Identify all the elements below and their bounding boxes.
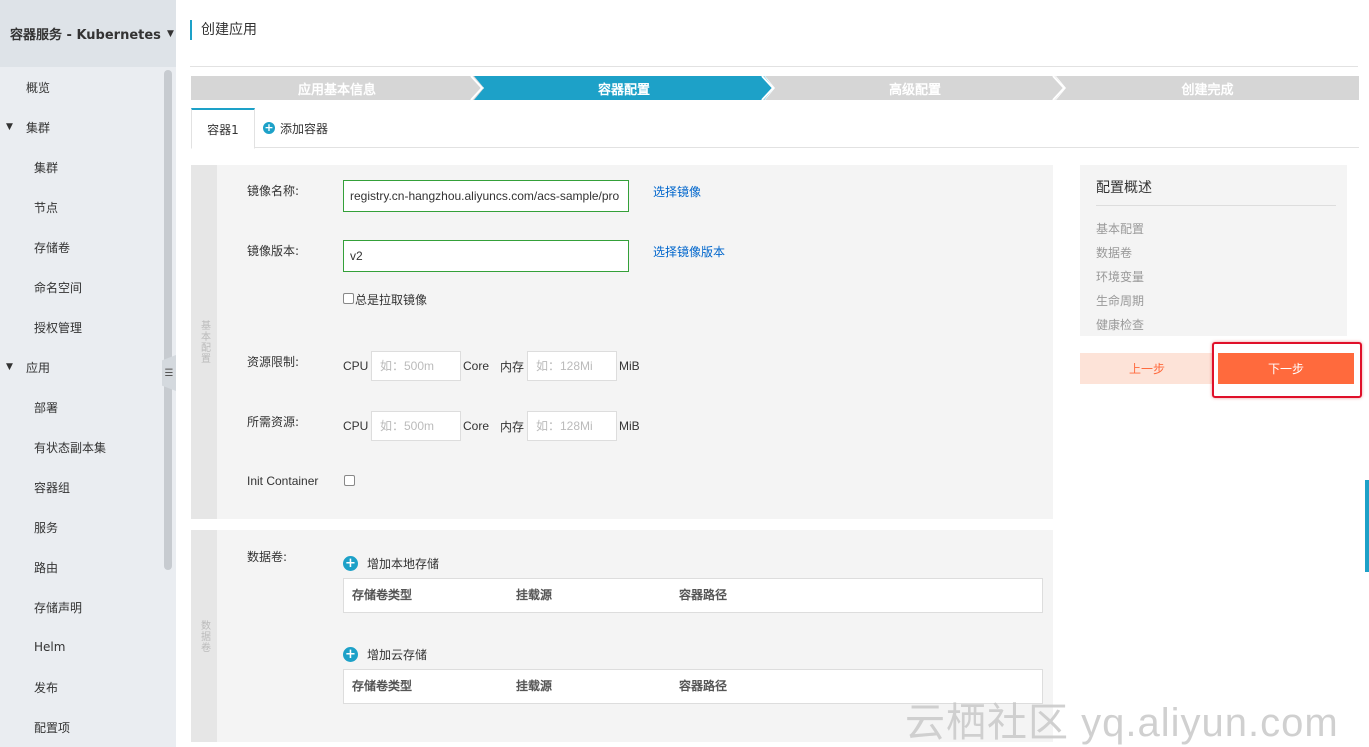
summary-item-basic[interactable]: 基本配置 — [1096, 220, 1144, 237]
summary-item-env[interactable]: 环境变量 — [1096, 268, 1144, 285]
sidebar-group-cluster[interactable]: ▼ 集群 — [0, 107, 162, 147]
image-name-label: 镜像名称: — [247, 184, 300, 198]
product-title: 容器服务 - Kubernetes — [10, 28, 161, 43]
main-content: 创建应用 应用基本信息 容器配置 高级配置 创建完成 容器1 + 添加容器 基本… — [190, 0, 1369, 747]
sidebar-menu: 概览 ▼ 集群 集群 节点 存储卷 命名空间 授权管理 ▼ 应用 部署 有状态副本集… — [0, 67, 162, 747]
table-header-path: 容器路径 — [679, 588, 728, 602]
sidebar-item-volumes[interactable]: 存储卷 — [0, 227, 162, 267]
request-memory-input[interactable]: 如：128Mi — [527, 411, 617, 441]
sidebar-item-deployments[interactable]: 部署 — [0, 387, 162, 427]
sidebar-item-statefulsets[interactable]: 有状态副本集 — [0, 427, 162, 467]
table-header-source: 挂载源 — [516, 679, 553, 693]
sidebar-item-helm[interactable]: Helm — [0, 627, 162, 667]
limit-cpu-input[interactable]: 如：500m — [371, 351, 461, 381]
table-header-type: 存储卷类型 — [352, 679, 413, 693]
wizard-steps: 应用基本信息 容器配置 高级配置 创建完成 — [191, 76, 1359, 100]
limit-core-label: Core — [463, 359, 490, 373]
select-image-link[interactable]: 选择镜像 — [653, 183, 701, 200]
add-cloud-storage-button[interactable]: + 增加云存储 — [343, 646, 427, 663]
sidebar-item-clusters[interactable]: 集群 — [0, 147, 162, 187]
caret-down-icon: ▼ — [166, 28, 174, 39]
step-advanced-config: 高级配置 — [765, 76, 1065, 100]
sidebar-scrollbar[interactable] — [164, 70, 172, 570]
triangle-down-icon: ▼ — [6, 122, 13, 132]
volumes-section-label: 数据卷 — [191, 530, 217, 742]
limit-memory-input[interactable]: 如：128Mi — [527, 351, 617, 381]
collapse-icon: ☰ — [164, 367, 174, 379]
summary-title: 配置概述 — [1096, 180, 1152, 196]
summary-item-volumes[interactable]: 数据卷 — [1096, 244, 1132, 261]
select-image-version-link[interactable]: 选择镜像版本 — [653, 243, 725, 260]
request-cpu-input[interactable]: 如：500m — [371, 411, 461, 441]
always-pull-checkbox[interactable] — [343, 293, 354, 304]
sidebar-group-application[interactable]: ▼ 应用 — [0, 347, 162, 387]
sidebar-item-configmaps[interactable]: 配置项 — [0, 707, 162, 747]
divider — [1096, 205, 1336, 206]
sidebar-item-releases[interactable]: 发布 — [0, 667, 162, 707]
always-pull-label: 总是拉取镜像 — [355, 293, 428, 307]
scroll-indicator[interactable] — [1365, 480, 1369, 572]
basic-config-panel: 基本配置 镜像名称: registry.cn-hangzhou.aliyuncs… — [191, 165, 1053, 519]
sidebar-item-ingress[interactable]: 路由 — [0, 547, 162, 587]
plus-circle-icon: + — [263, 121, 275, 134]
divider — [190, 66, 1358, 67]
watermark: 云栖社区 yq.aliyun.com — [905, 701, 1339, 745]
next-step-button[interactable]: 下一步 — [1218, 353, 1354, 384]
plus-circle-icon: + — [343, 647, 358, 662]
sidebar-item-namespaces[interactable]: 命名空间 — [0, 267, 162, 307]
init-container-label: Init Container — [247, 474, 319, 488]
request-mib-label: MiB — [619, 419, 640, 433]
local-storage-table: 存储卷类型 挂载源 容器路径 — [343, 578, 1043, 613]
table-header-source: 挂载源 — [516, 588, 553, 602]
sidebar-item-services[interactable]: 服务 — [0, 507, 162, 547]
basic-config-section-label: 基本配置 — [191, 165, 217, 519]
summary-item-health[interactable]: 健康检查 — [1096, 316, 1144, 333]
resource-limit-label: 资源限制: — [247, 355, 300, 369]
add-local-storage-button[interactable]: + 增加本地存储 — [343, 555, 439, 572]
sidebar-item-pods[interactable]: 容器组 — [0, 467, 162, 507]
plus-circle-icon: + — [343, 556, 358, 571]
limit-memory-label: 内存 — [500, 360, 525, 374]
limit-mib-label: MiB — [619, 359, 640, 373]
sidebar-item-overview[interactable]: 概览 — [0, 67, 162, 107]
request-memory-label: 内存 — [500, 420, 525, 434]
triangle-down-icon: ▼ — [6, 362, 13, 372]
step-basic-info: 应用基本信息 — [191, 76, 483, 100]
prev-step-button[interactable]: 上一步 — [1080, 353, 1214, 384]
table-header-path: 容器路径 — [679, 679, 728, 693]
volumes-label: 数据卷: — [247, 550, 288, 564]
sidebar-item-nodes[interactable]: 节点 — [0, 187, 162, 227]
step-container-config: 容器配置 — [474, 76, 774, 100]
product-switcher[interactable]: 容器服务 - Kubernetes ▼ — [0, 0, 176, 67]
table-header-type: 存储卷类型 — [352, 588, 413, 602]
container-tabs: 容器1 + 添加容器 — [191, 108, 1359, 149]
config-summary: 配置概述 基本配置 数据卷 环境变量 生命周期 健康检查 — [1080, 165, 1347, 336]
request-cpu-label: CPU — [343, 419, 369, 433]
resource-request-label: 所需资源: — [247, 415, 300, 429]
limit-cpu-label: CPU — [343, 359, 369, 373]
tab-container1[interactable]: 容器1 — [191, 108, 255, 149]
request-core-label: Core — [463, 419, 490, 433]
image-name-input[interactable]: registry.cn-hangzhou.aliyuncs.com/acs-sa… — [343, 180, 629, 212]
sidebar-item-pvc[interactable]: 存储声明 — [0, 587, 162, 627]
sidebar-item-authorization[interactable]: 授权管理 — [0, 307, 162, 347]
summary-item-lifecycle[interactable]: 生命周期 — [1096, 292, 1144, 309]
page-title: 创建应用 — [190, 20, 257, 40]
sidebar: 容器服务 - Kubernetes ▼ 概览 ▼ 集群 集群 节点 存储卷 命名空… — [0, 0, 176, 747]
add-container-button[interactable]: + 添加容器 — [263, 108, 328, 148]
image-version-label: 镜像版本: — [247, 244, 300, 258]
sidebar-collapse-handle[interactable]: ☰ — [162, 355, 176, 391]
image-version-input[interactable]: v2 — [343, 240, 629, 272]
step-complete: 创建完成 — [1056, 76, 1359, 100]
init-container-checkbox[interactable] — [344, 475, 355, 486]
